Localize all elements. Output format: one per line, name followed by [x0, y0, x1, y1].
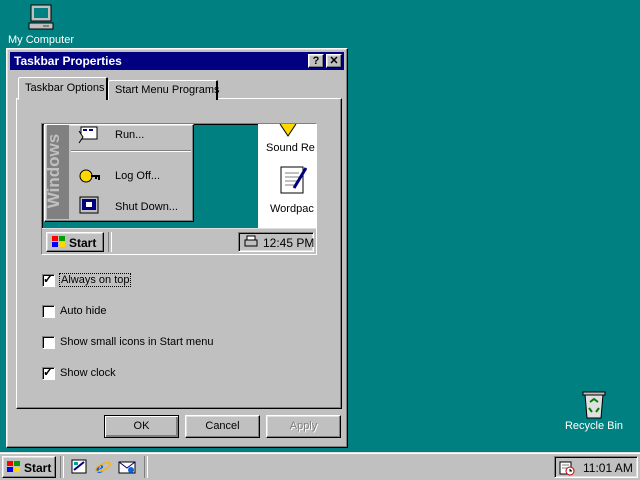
taskbar-divider [60, 456, 64, 478]
tab-label: Taskbar Options [25, 82, 105, 94]
menu-item-label: Log Off... [115, 170, 161, 182]
taskbar: Start e 11:01 AM [0, 452, 640, 480]
option-show-clock[interactable]: ✓ Show clock [42, 365, 162, 382]
quick-launch-internet-explorer[interactable]: e [94, 458, 112, 477]
windows-logo-icon [7, 461, 20, 472]
desktop-icon [71, 459, 87, 474]
start-label: Start [24, 461, 52, 475]
preview-taskbar-divider [108, 232, 112, 252]
desktop-icon-my-computer[interactable]: My Computer [5, 2, 77, 46]
windows-banner: Windows [47, 125, 69, 219]
quick-launch-outlook-express[interactable] [118, 458, 136, 476]
apply-button[interactable]: Apply [266, 415, 341, 438]
show-small-icons-checkbox[interactable] [42, 336, 55, 349]
log-off-icon [79, 169, 100, 183]
title-bar[interactable]: Taskbar Properties ? ✕ [10, 52, 344, 70]
quick-launch-desktop[interactable] [70, 458, 88, 476]
recycle-bin-icon [582, 391, 606, 419]
window-title: Taskbar Properties [14, 54, 122, 68]
help-button[interactable]: ? [308, 54, 324, 68]
auto-hide-checkbox[interactable] [42, 305, 55, 318]
preview-desktop-label: Sound Re [266, 142, 315, 154]
run-icon [78, 126, 98, 144]
option-label: Auto hide [60, 305, 107, 317]
preview-desktop: Sound Re Wordpac [258, 124, 316, 230]
tab-start-menu-programs[interactable]: Start Menu Programs [108, 80, 220, 100]
preview-clock: 12:45 PM [263, 236, 315, 250]
option-label: Show small icons in Start menu [60, 336, 214, 348]
checkmark-icon: ✓ [43, 365, 54, 379]
show-clock-checkbox[interactable]: ✓ [42, 365, 55, 380]
shut-down-icon [79, 196, 99, 214]
option-label: Always on top [58, 273, 132, 287]
printer-icon [244, 235, 258, 247]
menu-item-label: Shut Down... [115, 201, 178, 213]
preview-desktop-label: Wordpac [270, 203, 314, 215]
close-button[interactable]: ✕ [326, 54, 342, 68]
desktop-icon-recycle-bin[interactable]: Recycle Bin [558, 388, 630, 432]
desktop-icon-label: My Computer [7, 34, 75, 46]
menu-item-label: Run... [115, 129, 145, 141]
windows-logo-icon [52, 236, 65, 247]
preview-start-button: Start [46, 232, 104, 252]
start-button[interactable]: Start [2, 456, 56, 478]
cancel-button[interactable]: Cancel [185, 415, 260, 438]
option-auto-hide[interactable]: Auto hide [42, 304, 162, 320]
checkmark-icon: ✓ [43, 272, 54, 286]
tab-label: Start Menu Programs [115, 84, 220, 96]
sound-recorder-icon [279, 124, 297, 137]
preview-taskbar: Start 12:45 PM [42, 228, 316, 254]
preview-start-label: Start [69, 236, 97, 250]
always-on-top-checkbox[interactable]: ✓ [42, 272, 55, 287]
option-show-small-icons[interactable]: Show small icons in Start menu [42, 335, 262, 351]
tab-taskbar-options[interactable]: Taskbar Options [18, 77, 108, 100]
option-label: Show clock [60, 367, 116, 379]
menu-separator [71, 150, 191, 152]
preview-tray: 12:45 PM [238, 232, 314, 252]
option-always-on-top[interactable]: ✓ Always on top [42, 272, 162, 289]
ok-button[interactable]: OK [104, 415, 179, 438]
preview-start-menu: Windows Run... Log Off... Shut Down... [44, 124, 194, 222]
scheduler-icon[interactable] [559, 460, 575, 476]
taskbar-clock[interactable]: 11:01 AM [583, 461, 633, 475]
taskbar-preview: Windows Run... Log Off... Shut Down... S… [41, 123, 317, 255]
taskbar-properties-dialog: Taskbar Properties ? ✕ Taskbar Options S… [6, 48, 348, 448]
taskbar-divider [144, 456, 148, 478]
internet-explorer-icon: e [95, 458, 111, 477]
outlook-express-icon [118, 461, 136, 474]
my-computer-icon [28, 4, 54, 30]
tab-panel: Windows Run... Log Off... Shut Down... S… [16, 98, 342, 409]
system-tray: 11:01 AM [554, 456, 638, 478]
desktop-icon-label: Recycle Bin [564, 420, 624, 432]
wordpad-icon [280, 166, 308, 194]
